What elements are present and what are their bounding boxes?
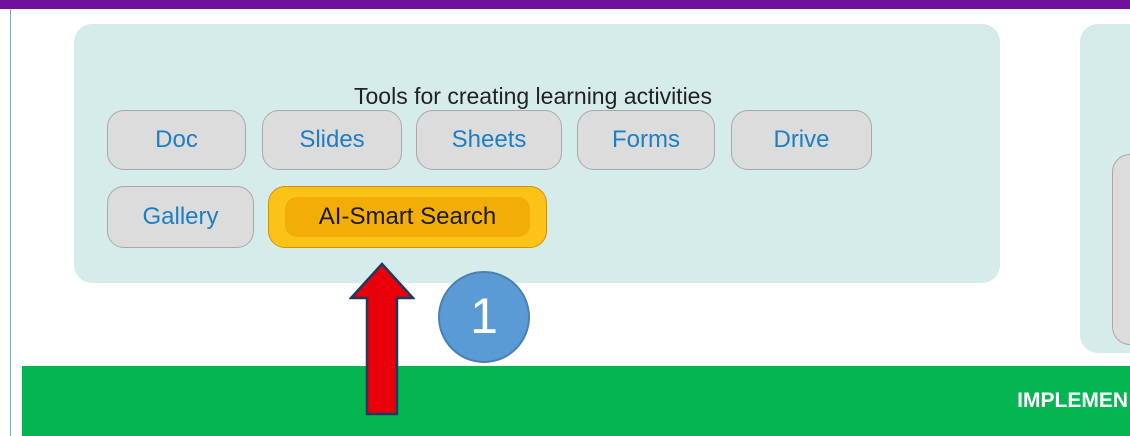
sheets-button[interactable]: Sheets — [416, 110, 562, 170]
forms-button[interactable]: Forms — [577, 110, 715, 170]
gallery-button[interactable]: Gallery — [107, 186, 254, 248]
panel-title: Tools for creating learning activities — [354, 83, 712, 109]
slides-button[interactable]: Slides — [262, 110, 402, 170]
left-border-line — [10, 9, 11, 436]
up-arrow-icon — [349, 262, 415, 416]
right-panel-box — [1112, 154, 1130, 345]
ai-smart-search-button[interactable]: AI-Smart Search — [268, 186, 547, 248]
drive-button[interactable]: Drive — [731, 110, 872, 170]
green-banner: IMPLEMEN — [22, 366, 1130, 436]
step-number-badge: 1 — [438, 271, 530, 363]
banner-text: IMPLEMEN — [1017, 389, 1128, 412]
ai-smart-search-label: AI-Smart Search — [285, 197, 530, 237]
top-accent-bar — [0, 0, 1130, 9]
screenshot-stage: Tools for creating learning activities D… — [0, 0, 1130, 436]
doc-button[interactable]: Doc — [107, 110, 246, 170]
